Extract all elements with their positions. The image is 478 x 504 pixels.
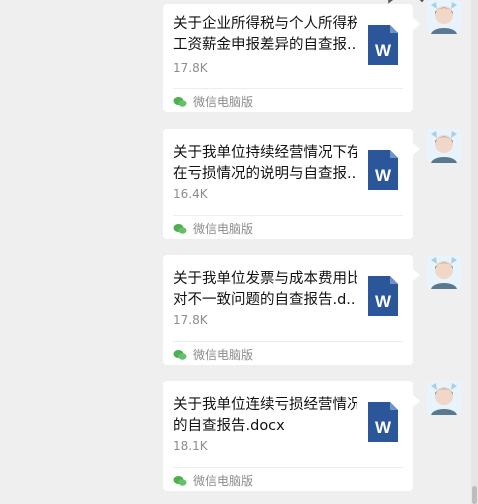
file-type-letter: W (375, 418, 392, 437)
word-document-icon: W (368, 25, 398, 65)
file-size: 18.1K (173, 439, 208, 453)
wechat-icon (173, 223, 187, 234)
file-name: 关于我单位发票与成本费用比 对不一致问题的自查报告.d... (173, 271, 357, 308)
file-name: 关于我单位持续经营情况下存 在亏损情况的说明与自查报... (173, 145, 357, 182)
avatar[interactable] (427, 0, 461, 34)
avatar[interactable] (427, 129, 461, 163)
file-type-letter: W (375, 166, 392, 185)
file-message-card[interactable]: 关于我单位连续亏损经营情况 的自查报告.docx 18.1K W 微信电脑版 (163, 381, 420, 491)
scrollbar-track[interactable] (471, 0, 478, 504)
file-message-card[interactable]: 关于企业所得税与个人所得税 工资薪金申报差异的自查报... 17.8K W 微信电… (163, 4, 420, 112)
file-message-card[interactable]: 关于我单位持续经营情况下存 在亏损情况的说明与自查报... 16.4K W 微信电… (163, 129, 420, 239)
word-document-icon: W (368, 150, 398, 190)
card-divider (173, 341, 403, 342)
source-text: 微信电脑版 (193, 348, 254, 362)
wechat-icon (173, 475, 187, 486)
file-size: 17.8K (173, 313, 208, 327)
source-text: 微信电脑版 (193, 474, 254, 488)
card-divider (173, 88, 403, 89)
source-text: 微信电脑版 (193, 222, 254, 236)
card-divider (173, 215, 403, 216)
file-message-card[interactable]: 关于我单位发票与成本费用比 对不一致问题的自查报告.d... 17.8K W 微信… (163, 255, 420, 365)
file-name: 关于企业所得税与个人所得税 工资薪金申报差异的自查报... (173, 16, 357, 53)
scrollbar-thumb[interactable] (472, 486, 477, 504)
wechat-icon (173, 349, 187, 360)
card-divider (173, 467, 403, 468)
file-size: 17.8K (173, 61, 208, 75)
file-size: 16.4K (173, 187, 208, 201)
word-document-icon: W (368, 402, 398, 442)
file-type-letter: W (375, 292, 392, 311)
avatar[interactable] (427, 381, 461, 415)
source-label: 微信电脑版 (173, 220, 253, 237)
word-document-icon: W (368, 276, 398, 316)
avatar[interactable] (427, 255, 461, 289)
source-label: 微信电脑版 (173, 93, 253, 110)
source-label: 微信电脑版 (173, 472, 253, 489)
source-label: 微信电脑版 (173, 346, 253, 363)
file-type-letter: W (375, 41, 392, 60)
file-name: 关于我单位连续亏损经营情况 的自查报告.docx (173, 397, 357, 434)
chat-window: 关于企业所得税与个人所得税 工资薪金申报差异的自查报... 17.8K W 微信电… (0, 0, 478, 504)
wechat-icon (173, 96, 187, 107)
source-text: 微信电脑版 (193, 95, 254, 109)
